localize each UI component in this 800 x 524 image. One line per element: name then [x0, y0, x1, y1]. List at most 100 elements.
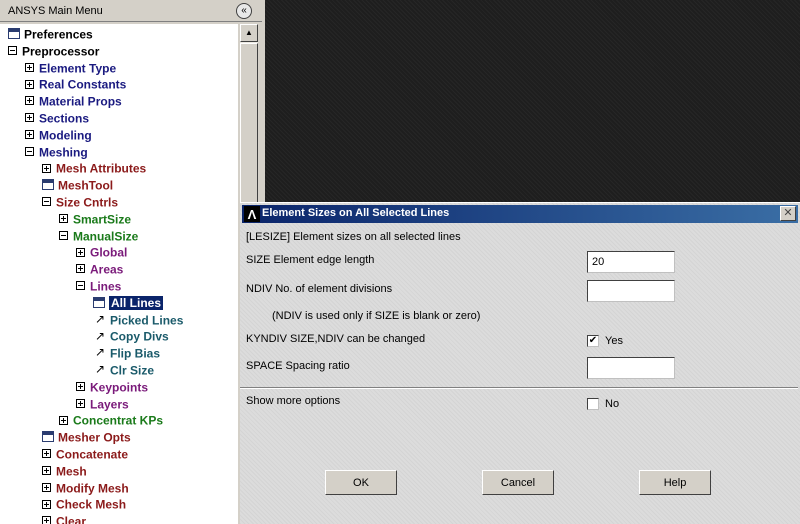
- menu-item-label: Concentrat KPs: [73, 413, 164, 428]
- ok-button[interactable]: OK: [325, 470, 397, 495]
- expand-icon[interactable]: [25, 62, 34, 72]
- menu-item[interactable]: Concatenate: [42, 446, 128, 463]
- menu-item-label: Check Mesh: [56, 497, 127, 512]
- menu-item[interactable]: MeshTool: [42, 177, 113, 194]
- menu-item[interactable]: Areas: [76, 261, 123, 278]
- menu-item[interactable]: Keypoints: [76, 379, 148, 396]
- expand-icon[interactable]: [59, 415, 68, 425]
- expand-icon[interactable]: [76, 264, 85, 274]
- menu-item[interactable]: Real Constants: [25, 76, 126, 93]
- menu-item[interactable]: ManualSize: [59, 228, 138, 245]
- menu-item-label: Clr Size: [110, 363, 155, 378]
- menu-item-label: All Lines: [109, 296, 164, 311]
- menu-item[interactable]: Material Props: [25, 93, 122, 110]
- ndiv-note: (NDIV is used only if SIZE is blank or z…: [272, 310, 481, 322]
- menu-item-label: Modeling: [39, 128, 92, 143]
- menu-item-label: Lines: [90, 279, 122, 294]
- pick-arrow-icon: ↗: [94, 362, 106, 377]
- scroll-up-icon[interactable]: ▲: [240, 24, 258, 42]
- menu-item-label: Global: [90, 245, 128, 260]
- menu-item[interactable]: ↗ Copy Divs: [93, 328, 169, 345]
- expand-icon[interactable]: [42, 499, 51, 509]
- menu-item[interactable]: Global: [76, 244, 127, 261]
- scroll-thumb[interactable]: [240, 43, 258, 203]
- menu-item-label: Meshing: [39, 144, 88, 159]
- menu-item[interactable]: Modeling: [25, 127, 92, 144]
- menu-item[interactable]: Concentrat KPs: [59, 412, 163, 429]
- menu-item[interactable]: Mesher Opts: [42, 429, 131, 446]
- menu-item[interactable]: Sections: [25, 110, 89, 127]
- menu-item[interactable]: Lines: [76, 278, 121, 295]
- menu-item[interactable]: Mesh: [42, 463, 87, 480]
- dialog-window-icon: [8, 28, 20, 40]
- space-input[interactable]: [587, 357, 675, 379]
- menu-item[interactable]: ↗ Clr Size: [93, 362, 154, 379]
- expand-icon[interactable]: [42, 466, 51, 476]
- menu-item-label: Mesh Attributes: [56, 161, 147, 176]
- menu-item[interactable]: ↗ Flip Bias: [93, 345, 160, 362]
- kyndiv-value: Yes: [605, 335, 623, 347]
- menu-item-label: Size Cntrls: [56, 195, 119, 210]
- more-options-value: No: [605, 398, 620, 410]
- menu-item[interactable]: Preferences: [8, 26, 93, 43]
- more-options-label: Show more options: [246, 395, 341, 407]
- expand-icon[interactable]: [76, 247, 85, 257]
- expand-icon[interactable]: [25, 113, 34, 123]
- ndiv-label: NDIV No. of element divisions: [246, 283, 393, 295]
- menu-item[interactable]: Preprocessor: [8, 43, 99, 60]
- collapse-tree-icon[interactable]: [76, 281, 85, 291]
- menu-item[interactable]: All Lines: [93, 295, 164, 312]
- menu-item-label: Modify Mesh: [56, 480, 129, 495]
- dialog-window-icon: [93, 297, 105, 309]
- menu-item[interactable]: Meshing: [25, 144, 88, 161]
- menu-item[interactable]: Element Type: [25, 60, 116, 77]
- dialog-titlebar[interactable]: Λ Element Sizes on All Selected Lines ✕: [242, 205, 798, 223]
- expand-icon[interactable]: [42, 516, 51, 524]
- menu-item-label: Sections: [39, 111, 90, 126]
- cancel-button[interactable]: Cancel: [482, 470, 554, 495]
- command-description: [LESIZE] Element sizes on all selected l…: [246, 231, 461, 243]
- collapse-tree-icon[interactable]: [25, 146, 34, 156]
- expand-icon[interactable]: [25, 79, 34, 89]
- main-menu-panel: ANSYS Main Menu « Preferences Preprocesso…: [0, 0, 262, 524]
- menu-item[interactable]: ↗ Picked Lines: [93, 312, 183, 329]
- expand-icon[interactable]: [59, 214, 68, 224]
- menu-item-label: Layers: [90, 396, 129, 411]
- menu-item[interactable]: SmartSize: [59, 211, 131, 228]
- menu-item-label: Preprocessor: [22, 44, 100, 59]
- collapse-icon[interactable]: «: [236, 3, 252, 19]
- menu-item[interactable]: Check Mesh: [42, 496, 126, 513]
- menu-item-label: Clear: [56, 514, 87, 524]
- menu-item-label: Keypoints: [90, 380, 149, 395]
- menu-item[interactable]: Modify Mesh: [42, 480, 129, 497]
- collapse-tree-icon[interactable]: [8, 46, 17, 56]
- menu-item[interactable]: Layers: [76, 396, 129, 413]
- help-button[interactable]: Help: [639, 470, 711, 495]
- menu-item[interactable]: Mesh Attributes: [42, 160, 146, 177]
- menu-item-label: ManualSize: [73, 228, 139, 243]
- menu-item-label: Mesher Opts: [58, 430, 131, 445]
- more-options-checkbox[interactable]: [587, 398, 599, 410]
- kyndiv-checkbox[interactable]: ✔: [587, 335, 599, 347]
- close-icon[interactable]: ✕: [780, 206, 796, 221]
- expand-icon[interactable]: [76, 398, 85, 408]
- ndiv-input[interactable]: [587, 280, 675, 302]
- element-sizes-dialog: Λ Element Sizes on All Selected Lines ✕ …: [240, 202, 800, 524]
- dialog-separator: [240, 387, 798, 389]
- menu-item[interactable]: Clear: [42, 513, 86, 524]
- size-input[interactable]: [587, 251, 675, 273]
- expand-icon[interactable]: [42, 449, 51, 459]
- menu-item[interactable]: Size Cntrls: [42, 194, 118, 211]
- size-label: SIZE Element edge length: [246, 254, 375, 266]
- collapse-tree-icon[interactable]: [59, 230, 68, 240]
- expand-icon[interactable]: [76, 382, 85, 392]
- main-menu-header: ANSYS Main Menu «: [0, 0, 262, 22]
- menu-item-label: Flip Bias: [110, 346, 161, 361]
- graphics-window[interactable]: [265, 0, 800, 205]
- expand-icon[interactable]: [25, 96, 34, 106]
- dialog-window-icon: [42, 431, 54, 443]
- expand-icon[interactable]: [42, 482, 51, 492]
- collapse-tree-icon[interactable]: [42, 197, 51, 207]
- expand-icon[interactable]: [25, 130, 34, 140]
- expand-icon[interactable]: [42, 163, 51, 173]
